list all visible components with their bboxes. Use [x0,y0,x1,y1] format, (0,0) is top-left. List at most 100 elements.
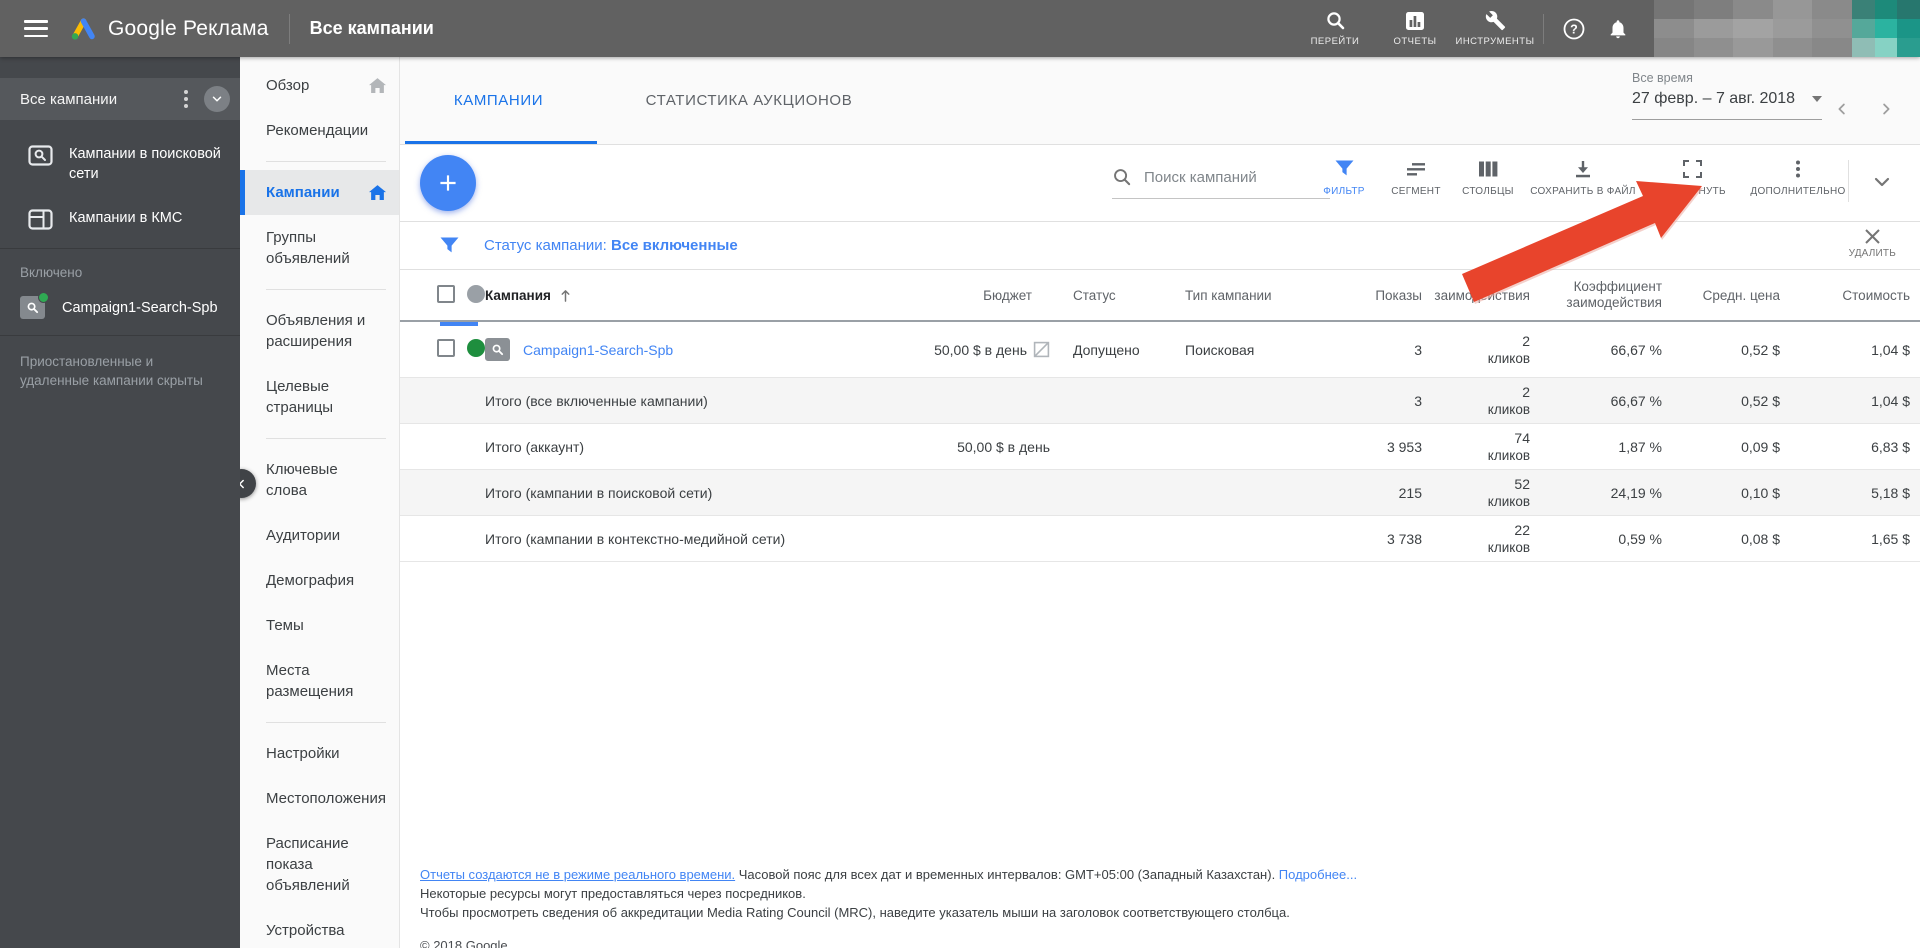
home-icon [369,185,386,200]
tree-item-display-campaigns[interactable]: Кампании в КМС [0,196,240,242]
horizontal-scrollbar-thumb[interactable] [440,322,478,326]
campaign-row: Campaign1-Search-Spb 50,00 $ в день Допу… [400,322,1920,378]
nav-item-ads-extensions[interactable]: Объявления и расширения [240,298,399,364]
date-next-button[interactable] [1872,95,1900,123]
interactions-cell: 2 кликов [1487,383,1530,417]
tree-item-campaign1[interactable]: Campaign1-Search-Spb [0,288,240,335]
status-circle-icon[interactable] [467,284,485,303]
tree-more-icon[interactable] [178,84,204,114]
expand-icon [1682,160,1702,178]
google-ads-logo[interactable]: Google Реклама [70,16,269,41]
columns-icon [1478,161,1497,177]
copyright: © 2018 Google [420,938,508,948]
interactions-cell: 52 кликов [1487,475,1530,509]
notifications-button[interactable] [1596,0,1640,57]
column-header-impressions[interactable]: Показы [1322,288,1422,303]
nav-item-topics[interactable]: Темы [240,603,399,648]
nav-item-audiences[interactable]: Аудитории [240,513,399,558]
table-toolbar: ФИЛЬТР СЕГМЕНТ СТОЛБЦЫ [400,145,1920,222]
filter-button[interactable]: ФИЛЬТР [1308,160,1380,197]
help-button[interactable]: ? [1552,0,1596,57]
column-header-status[interactable]: Статус [1050,288,1162,303]
enabled-status-dot[interactable] [467,339,485,357]
filter-icon [440,237,459,252]
tree-item-search-campaigns[interactable]: Кампании в поисковой сети [0,132,240,196]
tools-button[interactable]: ИНСТРУМЕНТЫ [1455,0,1535,57]
help-icon: ? [1563,18,1585,39]
account-info-redacted[interactable] [1654,0,1852,57]
nav-item-devices[interactable]: Устройства [240,908,399,948]
section-nav: Обзор Рекомендации Кампании Группы объяв… [227,57,400,948]
interaction-rate-cell: 1,87 % [1618,438,1662,455]
collapse-toolbar-button[interactable] [1862,165,1902,199]
tab-campaigns[interactable]: КАМПАНИИ [400,57,597,144]
column-header-avg-price[interactable]: Средн. цена [1662,288,1780,303]
google-ads-app: Google Реклама Все кампании ПЕРЕЙТИ ОТЧЕ… [0,0,1920,948]
learn-more-link[interactable]: Подробнее... [1279,867,1357,882]
nav-item-landing-pages[interactable]: Целевые страницы [240,364,399,430]
select-all-checkbox[interactable] [437,284,455,303]
toolbar-buttons: ФИЛЬТР СЕГМЕНТ СТОЛБЦЫ СОХРАНИТЬ В ФАЙЛ … [1308,160,1854,197]
goto-button[interactable]: ПЕРЕЙТИ [1295,0,1375,57]
chevron-down-icon [212,96,222,102]
nav-item-demographics[interactable]: Демография [240,558,399,603]
segment-button[interactable]: СЕГМЕНТ [1380,160,1452,197]
tree-header: Все кампании [0,78,240,120]
remove-filter-button[interactable]: УДАЛИТЬ [1849,228,1896,259]
nav-item-settings[interactable]: Настройки [240,731,399,776]
row-checkbox[interactable] [437,339,455,357]
expand-button[interactable]: РАЗВЕРНУТЬ [1642,160,1742,197]
nav-divider [266,161,386,162]
nav-item-recommendations[interactable]: Рекомендации [240,108,399,153]
nav-item-keywords[interactable]: Ключевые слова [240,447,399,513]
nav-item-placements[interactable]: Места размещения [240,648,399,714]
nav-divider [266,722,386,723]
interaction-rate-cell: 24,19 % [1610,484,1662,501]
realtime-report-link[interactable]: Отчеты создаются не в режиме реального в… [420,867,735,882]
campaign-name-link[interactable]: Campaign1-Search-Spb [523,342,673,358]
footnote-line2: Некоторые ресурсы могут предоставляться … [420,886,806,901]
close-icon [1865,229,1880,244]
column-header-type[interactable]: Тип кампании [1162,288,1322,303]
add-campaign-button[interactable] [420,155,476,211]
budget-cell[interactable]: 50,00 $ в день [815,341,1050,358]
column-header-interactions[interactable]: заимодействия [1422,287,1530,304]
column-header-interaction-rate[interactable]: Коэффициент заимодействия [1530,279,1662,311]
type-cell: Поисковая [1185,341,1255,358]
column-header-campaign[interactable]: Кампания [485,288,815,303]
menu-icon[interactable] [24,20,48,37]
impressions-cell: 3 [1414,341,1422,358]
date-range-picker[interactable]: Все время 27 февр. – 7 авг. 2018 [1632,71,1822,120]
chevron-right-icon [1883,103,1890,115]
nav-item-locations[interactable]: Местоположения [240,776,399,821]
more-options-button[interactable]: ДОПОЛНИТЕЛЬНО [1742,160,1854,197]
tree-collapse-button[interactable] [204,86,230,112]
column-header-cost[interactable]: Стоимость [1780,288,1910,303]
column-header-budget[interactable]: Бюджет [815,288,1050,303]
cost-cell: 6,83 $ [1871,438,1910,455]
nav-item-campaigns[interactable]: Кампании [240,170,399,215]
interaction-rate-cell: 66,67 % [1610,341,1662,358]
columns-button[interactable]: СТОЛБЦЫ [1452,160,1524,197]
topbar-divider [288,13,290,44]
nav-item-ad-groups[interactable]: Группы объявлений [240,215,399,281]
svg-text:?: ? [1570,22,1578,36]
tab-auction-insights[interactable]: СТАТИСТИКА АУКЦИОНОВ [626,57,872,144]
bell-icon [1610,19,1626,38]
avatar[interactable] [1852,0,1920,57]
nav-item-ad-schedule[interactable]: Расписание показа объявлений [240,821,399,908]
footnote-line3: Чтобы просмотреть сведения об аккредитац… [420,905,1290,920]
impressions-cell: 3 [1414,392,1422,409]
nav-item-overview[interactable]: Обзор [240,63,399,108]
date-range-value: 27 февр. – 7 авг. 2018 [1632,90,1796,107]
download-button[interactable]: СОХРАНИТЬ В ФАЙЛ [1524,160,1642,197]
reports-button[interactable]: ОТЧЕТЫ [1375,0,1455,57]
date-prev-button[interactable] [1828,95,1856,123]
search-input[interactable] [1144,168,1316,186]
tab-strip: КАМПАНИИ СТАТИСТИКА АУКЦИОНОВ Все время … [400,57,1920,145]
search-box [1112,167,1330,199]
date-range-preset: Все время [1632,71,1693,85]
nav-divider [266,289,386,290]
tree-items: Кампании в поисковой сети Кампании в КМС [0,120,240,248]
status-filter-chip[interactable]: Статус кампании: Все включенные [440,237,738,255]
